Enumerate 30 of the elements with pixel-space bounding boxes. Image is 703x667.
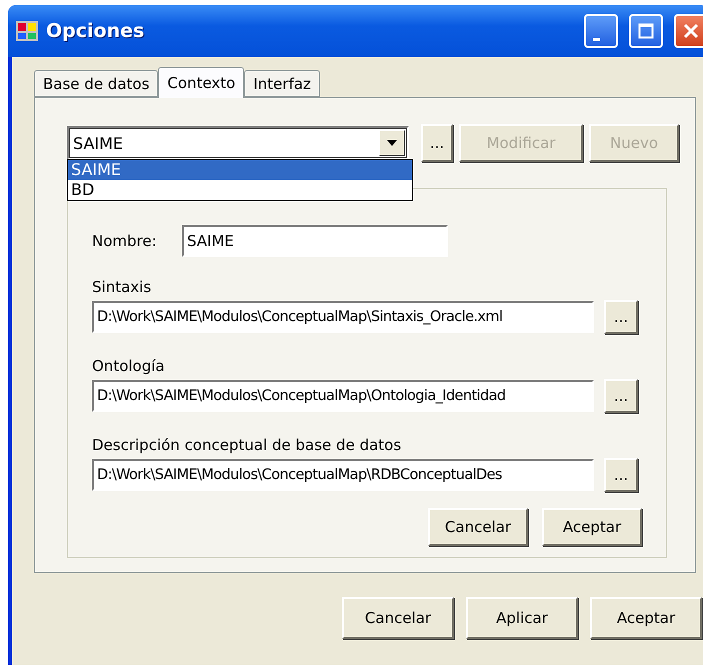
minimize-icon: [592, 38, 600, 40]
dialog-button[interactable]: Cancelar: [428, 508, 528, 546]
path-field[interactable]: D:\Work\SAIME\Modulos\ConceptualMap\Sintaxis_Oracle.xml: [92, 301, 594, 333]
field-label: Descripción conceptual de base de datos: [92, 436, 402, 454]
path-field[interactable]: D:\Work\SAIME\Modulos\ConceptualMap\Ontologia_Identidad: [92, 380, 594, 412]
field-label: Ontología: [92, 357, 165, 375]
field-label: Sintaxis: [92, 278, 152, 296]
dialog-button[interactable]: Aceptar: [542, 508, 642, 546]
close-icon: [683, 23, 699, 39]
browse-button[interactable]: ...: [604, 379, 638, 413]
browse-button[interactable]: ...: [604, 458, 638, 492]
close-button[interactable]: [674, 14, 703, 48]
maximize-icon: [638, 23, 654, 39]
tab[interactable]: Base de datos: [34, 70, 158, 97]
name-field[interactable]: SAIME: [182, 225, 448, 257]
dialog-button[interactable]: Cancelar: [342, 597, 454, 639]
path-field[interactable]: D:\Work\SAIME\Modulos\ConceptualMap\RDBConceptualDes: [92, 459, 594, 491]
maximize-button[interactable]: [629, 14, 663, 48]
dialog-button[interactable]: Aplicar: [466, 597, 578, 639]
tab[interactable]: Contexto: [158, 67, 244, 98]
field-label: Nombre:: [92, 232, 158, 250]
browse-button[interactable]: ...: [421, 124, 453, 162]
context-dropdown[interactable]: SAIME: [67, 126, 409, 160]
tab[interactable]: Interfaz: [244, 70, 320, 97]
dialog-button[interactable]: Aceptar: [590, 597, 702, 639]
window-title: Opciones: [46, 20, 146, 42]
minimize-button[interactable]: [584, 14, 618, 48]
dropdown-option[interactable]: SAIME: [68, 160, 412, 180]
browse-button[interactable]: ...: [604, 300, 638, 334]
app-icon: [16, 21, 38, 41]
